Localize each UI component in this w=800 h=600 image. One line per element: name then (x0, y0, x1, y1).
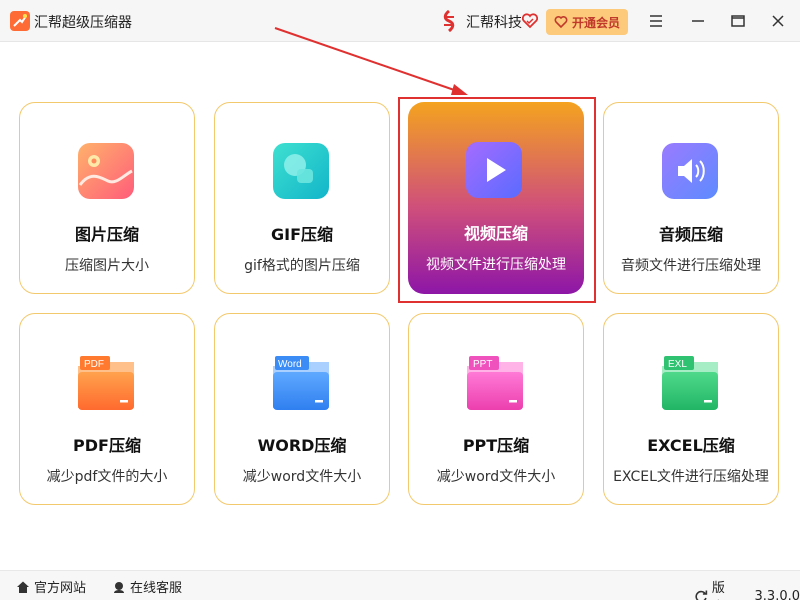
card-excel-compress[interactable]: EXL EXCEL压缩 EXCEL文件进行压缩处理 (603, 313, 779, 505)
version-label: 版本： (711, 581, 725, 596)
gif-icon (273, 143, 329, 199)
ppt-badge: PPT (473, 359, 492, 370)
card-desc: EXCEL文件进行压缩处理 (613, 469, 769, 485)
card-title: PPT压缩 (462, 436, 530, 455)
card-desc: gif格式的图片压缩 (244, 258, 360, 274)
card-title: EXCEL压缩 (647, 436, 735, 455)
vip-button[interactable]: 开通会员 (546, 9, 628, 35)
app-title: 汇帮超级压缩器 (34, 15, 132, 31)
vip-heart-icon (554, 16, 568, 29)
app-logo-icon (10, 11, 30, 31)
card-image-compress[interactable]: 图片压缩 压缩图片大小 (19, 102, 195, 294)
version-info: 版本： 3.3.0.0 (694, 577, 800, 600)
card-audio-compress[interactable]: 音频压缩 音频文件进行压缩处理 (603, 102, 779, 294)
card-desc: 减少word文件大小 (436, 469, 556, 485)
word-folder-icon: Word (273, 356, 329, 410)
support-label: 在线客服 (130, 581, 183, 596)
card-title: 音频压缩 (658, 225, 723, 244)
speaker-icon (662, 143, 718, 199)
maximize-button[interactable] (726, 10, 750, 32)
card-desc: 压缩图片大小 (65, 258, 149, 274)
pdf-badge: PDF (84, 359, 104, 370)
ppt-folder-icon: PPT (467, 356, 523, 410)
excel-badge: EXL (668, 359, 687, 370)
version-number: 3.3.0.0 (754, 588, 800, 600)
highlight-box (398, 97, 596, 303)
hamburger-icon (650, 15, 662, 27)
card-pdf-compress[interactable]: PDF PDF压缩 减少pdf文件的大小 (19, 313, 195, 505)
minimize-icon (692, 20, 704, 22)
support-link[interactable]: 在线客服 (112, 577, 182, 596)
headset-icon (114, 581, 124, 593)
minimize-button[interactable] (686, 10, 710, 32)
home-icon (17, 581, 29, 593)
card-desc: 音频文件进行压缩处理 (621, 258, 761, 274)
card-desc: 减少pdf文件的大小 (46, 469, 168, 485)
image-icon (78, 143, 134, 199)
brand-name: 汇帮科技 (466, 15, 522, 31)
close-icon (772, 15, 784, 27)
word-badge: Word (278, 359, 302, 370)
vip-label: 开通会员 (571, 15, 620, 30)
card-desc: 减少word文件大小 (242, 469, 362, 485)
card-title: PDF压缩 (73, 436, 141, 455)
refresh-icon (695, 590, 708, 600)
card-gif-compress[interactable]: GIF压缩 gif格式的图片压缩 (214, 102, 390, 294)
maximize-icon (731, 15, 745, 27)
card-title: WORD压缩 (257, 436, 347, 455)
card-ppt-compress[interactable]: PPT PPT压缩 减少word文件大小 (408, 313, 584, 505)
close-button[interactable] (766, 10, 790, 32)
card-title: 图片压缩 (74, 225, 139, 244)
card-title: GIF压缩 (270, 225, 334, 244)
brand-logo-icon (443, 9, 455, 33)
card-word-compress[interactable]: Word WORD压缩 减少word文件大小 (214, 313, 390, 505)
website-link[interactable]: 官方网站 (16, 577, 86, 596)
status-bar: 官方网站 在线客服 版本： 3.3.0.0 (0, 570, 800, 600)
excel-folder-icon: EXL (662, 356, 718, 410)
website-label: 官方网站 (34, 581, 87, 596)
heart-icon[interactable] (521, 12, 539, 30)
title-bar: 汇帮超级压缩器 汇帮科技 开通会员 (0, 0, 800, 42)
menu-button[interactable] (644, 10, 668, 32)
pdf-folder-icon: PDF (78, 356, 134, 410)
